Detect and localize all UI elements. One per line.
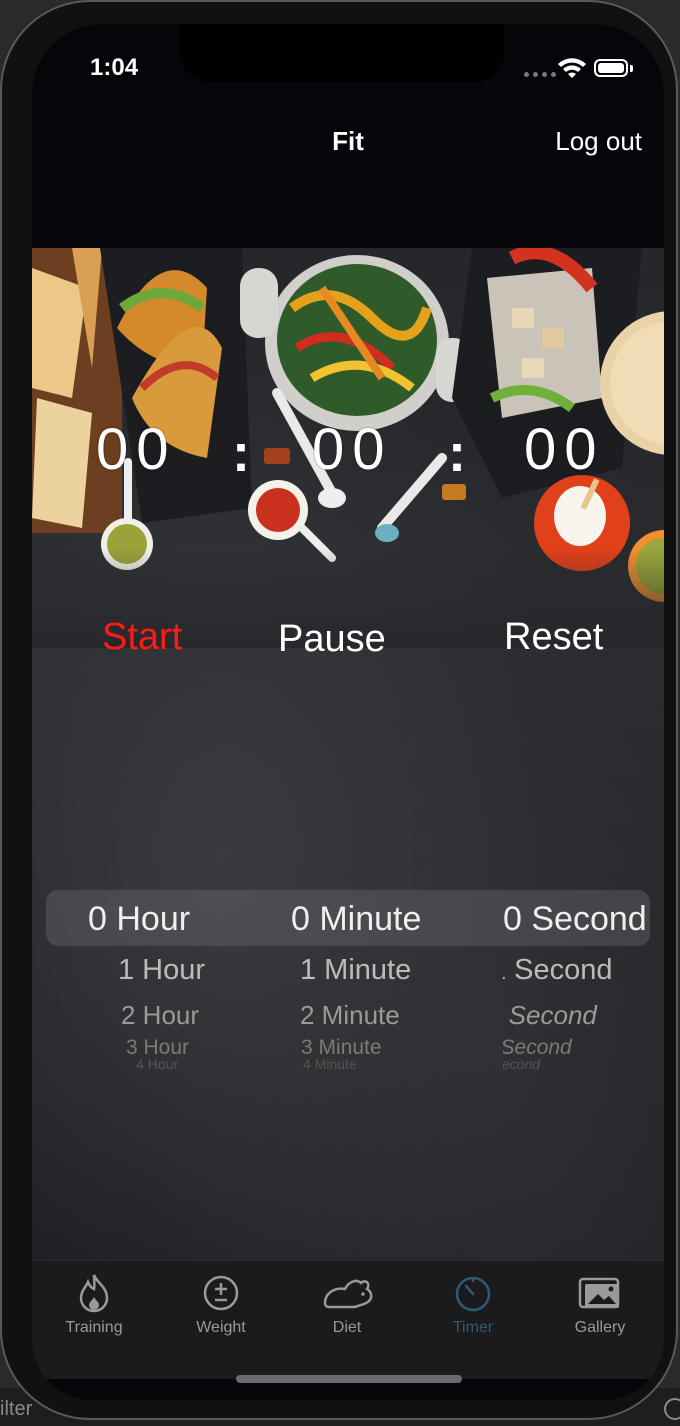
- tab-training[interactable]: Training: [39, 1273, 149, 1337]
- filter-icon[interactable]: [664, 1398, 680, 1420]
- battery-tip: [630, 65, 633, 72]
- tab-label: Gallery: [574, 1319, 626, 1336]
- picker-item[interactable]: 1 Second: [503, 954, 613, 987]
- picker-item[interactable]: 2 Second: [503, 1000, 597, 1031]
- picker-item[interactable]: 1 Hour: [118, 954, 205, 987]
- rabbit-icon: [323, 1279, 373, 1309]
- wifi-icon: [558, 58, 586, 78]
- picker-item[interactable]: 2 Minute: [300, 1000, 400, 1031]
- cellular-signal-icon: [524, 72, 556, 77]
- filter-label: ilter: [0, 1398, 33, 1420]
- tab-label: Weight: [196, 1319, 246, 1336]
- timer-hours: 00: [96, 417, 177, 482]
- picker-item[interactable]: 4 Second: [503, 1056, 540, 1072]
- phone-frame: 1:04 Fit Log out 00: 00: 00 Start Paus…: [0, 0, 678, 1420]
- tab-timer[interactable]: Timer: [418, 1273, 528, 1337]
- picker-item[interactable]: 4 Minute: [303, 1056, 357, 1072]
- battery-icon: [594, 59, 628, 77]
- timer-separator-2: :: [448, 423, 466, 483]
- timer-icon: [455, 1276, 491, 1312]
- screen: 1:04 Fit Log out 00: 00: 00 Start Paus…: [32, 24, 664, 1400]
- notch: [180, 24, 504, 82]
- time-picker[interactable]: 0 Hour 1 Hour 2 Hour 3 Hour 4 Hour 0 Min…: [46, 890, 650, 1080]
- picker-item[interactable]: 0 Minute: [291, 900, 421, 939]
- timer-seconds: 00: [524, 417, 605, 482]
- tab-gallery[interactable]: Gallery: [545, 1273, 655, 1337]
- status-time: 1:04: [90, 54, 139, 81]
- tab-label: Training: [65, 1319, 123, 1336]
- logout-button[interactable]: Log out: [522, 126, 642, 157]
- plus-minus-icon: [203, 1275, 239, 1311]
- tab-label: Timer: [452, 1319, 494, 1336]
- picker-item[interactable]: 1 Minute: [300, 954, 411, 987]
- home-indicator[interactable]: [236, 1375, 462, 1383]
- picker-column-seconds[interactable]: 0 Second 1 Second 2 Second 3 Second 4 Se…: [503, 890, 650, 1080]
- flame-icon: [79, 1274, 109, 1313]
- tab-bar: Training Weight Diet Timer Gallery: [32, 1260, 664, 1379]
- picker-item[interactable]: 0 Hour: [88, 900, 190, 939]
- start-button[interactable]: Start: [102, 616, 182, 659]
- picker-item[interactable]: 2 Hour: [121, 1000, 199, 1031]
- tab-label: Diet: [332, 1319, 362, 1336]
- reset-button[interactable]: Reset: [504, 616, 603, 659]
- tab-diet[interactable]: Diet: [292, 1273, 402, 1337]
- tab-weight[interactable]: Weight: [166, 1273, 276, 1337]
- picker-item[interactable]: 0 Second: [503, 900, 647, 939]
- timer-minutes: 00: [312, 417, 393, 482]
- photos-icon: [578, 1277, 620, 1309]
- pause-button[interactable]: Pause: [278, 618, 386, 661]
- picker-item[interactable]: 4 Hour: [136, 1056, 178, 1072]
- timer-content-area: [32, 248, 664, 1260]
- timer-separator-1: :: [232, 423, 250, 483]
- nav-title: Fit: [332, 126, 364, 156]
